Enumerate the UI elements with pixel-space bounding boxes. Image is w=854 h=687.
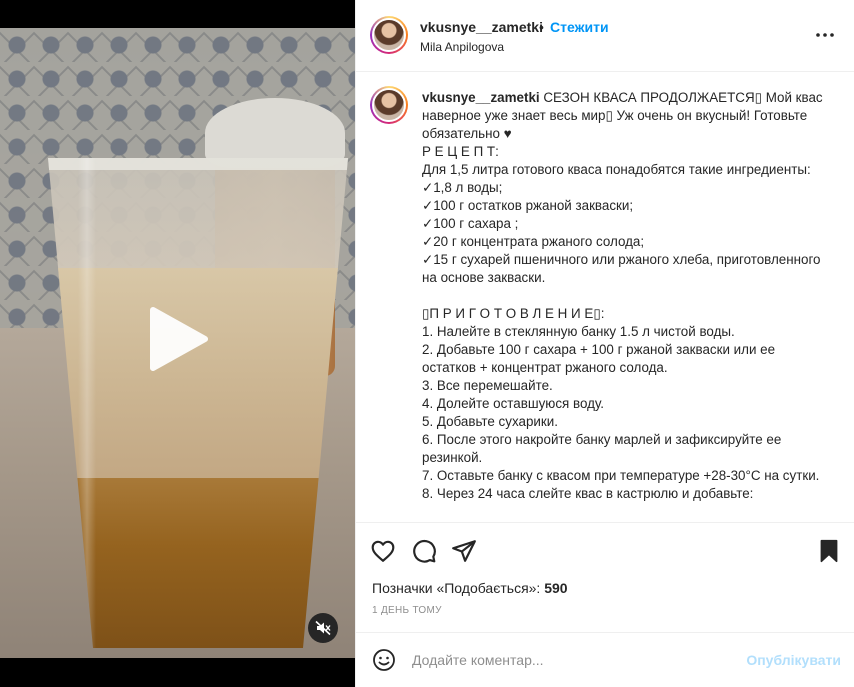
caption-line: 8. Через 24 часа слейте квас в кастрюлю … — [422, 486, 754, 501]
separator-dot: • — [539, 19, 544, 35]
author-subtitle: Mila Anpilogova — [420, 40, 505, 54]
likes-label: Позначки «Подобається»: — [372, 580, 545, 596]
caption-line: ✓15 г сухарей пшеничного или ржаного хле… — [422, 252, 825, 285]
caption-line: 6. После этого накройте банку марлей и з… — [422, 432, 786, 465]
caption-line: 5. Добавьте сухарики. — [422, 414, 558, 429]
comment-icon[interactable] — [411, 538, 437, 564]
caption-line: ✓100 г сахара ; — [422, 216, 519, 231]
more-options-icon[interactable] — [815, 25, 835, 45]
author-username[interactable]: vkusnye__zametki — [420, 19, 543, 35]
post-timestamp[interactable]: 1 ДЕНЬ ТОМУ — [372, 605, 442, 616]
kvas-glass — [48, 158, 348, 648]
caption-line: ▯П Р И Г О Т О В Л Е Н И Е▯: — [422, 306, 605, 321]
publish-button[interactable]: Опублікувати — [746, 652, 841, 668]
post-header: vkusnye__zametki • Стежити Mila Anpilogo… — [356, 0, 854, 72]
share-icon[interactable] — [451, 538, 477, 564]
caption-line: 7. Оставьте банку с квасом при температу… — [422, 468, 820, 483]
follow-button[interactable]: Стежити — [550, 19, 609, 35]
avatar[interactable] — [370, 86, 408, 124]
jar-cloth — [205, 98, 345, 168]
comment-bar: Опублікувати — [356, 632, 854, 687]
post-sidebar: vkusnye__zametki • Стежити Mila Anpilogo… — [355, 0, 854, 687]
video-player[interactable] — [0, 0, 355, 687]
caption-line: ✓20 г концентрата ржаного солода; — [422, 234, 645, 249]
bookmark-icon[interactable] — [816, 538, 842, 564]
emoji-icon[interactable] — [372, 648, 396, 672]
post-caption: vkusnye__zametki СЕЗОН КВАСА ПРОДОЛЖАЕТС… — [422, 89, 832, 503]
comment-input[interactable] — [412, 647, 732, 673]
mute-icon[interactable] — [308, 613, 338, 643]
caption-line: Для 1,5 литра готового кваса понадобятся… — [422, 162, 811, 177]
likes-count[interactable]: Позначки «Подобається»: 590 — [372, 580, 568, 596]
caption-line: 1. Налейте в стеклянную банку 1.5 л чист… — [422, 324, 735, 339]
caption-line: 3. Все перемешайте. — [422, 378, 553, 393]
caption-area: vkusnye__zametki СЕЗОН КВАСА ПРОДОЛЖАЕТС… — [356, 72, 854, 522]
caption-line: 2. Добавьте 100 г сахара + 100 г ржаной … — [422, 342, 779, 375]
likes-number: 590 — [544, 580, 568, 596]
heart-icon[interactable] — [370, 538, 396, 564]
caption-line: ✓1,8 л воды; — [422, 180, 503, 195]
caption-line: Р Е Ц Е П Т: — [422, 144, 499, 159]
play-icon[interactable] — [143, 304, 213, 374]
caption-username[interactable]: vkusnye__zametki — [422, 90, 540, 105]
caption-line: 4. Долейте оставшуюся воду. — [422, 396, 604, 411]
avatar[interactable] — [370, 16, 408, 54]
caption-first-line: vkusnye__zametki СЕЗОН КВАСА ПРОДОЛЖАЕТС… — [422, 89, 832, 143]
caption-line: ✓100 г остатков ржаной закваски; — [422, 198, 634, 213]
post-actions: Позначки «Подобається»: 590 1 ДЕНЬ ТОМУ — [356, 522, 854, 622]
